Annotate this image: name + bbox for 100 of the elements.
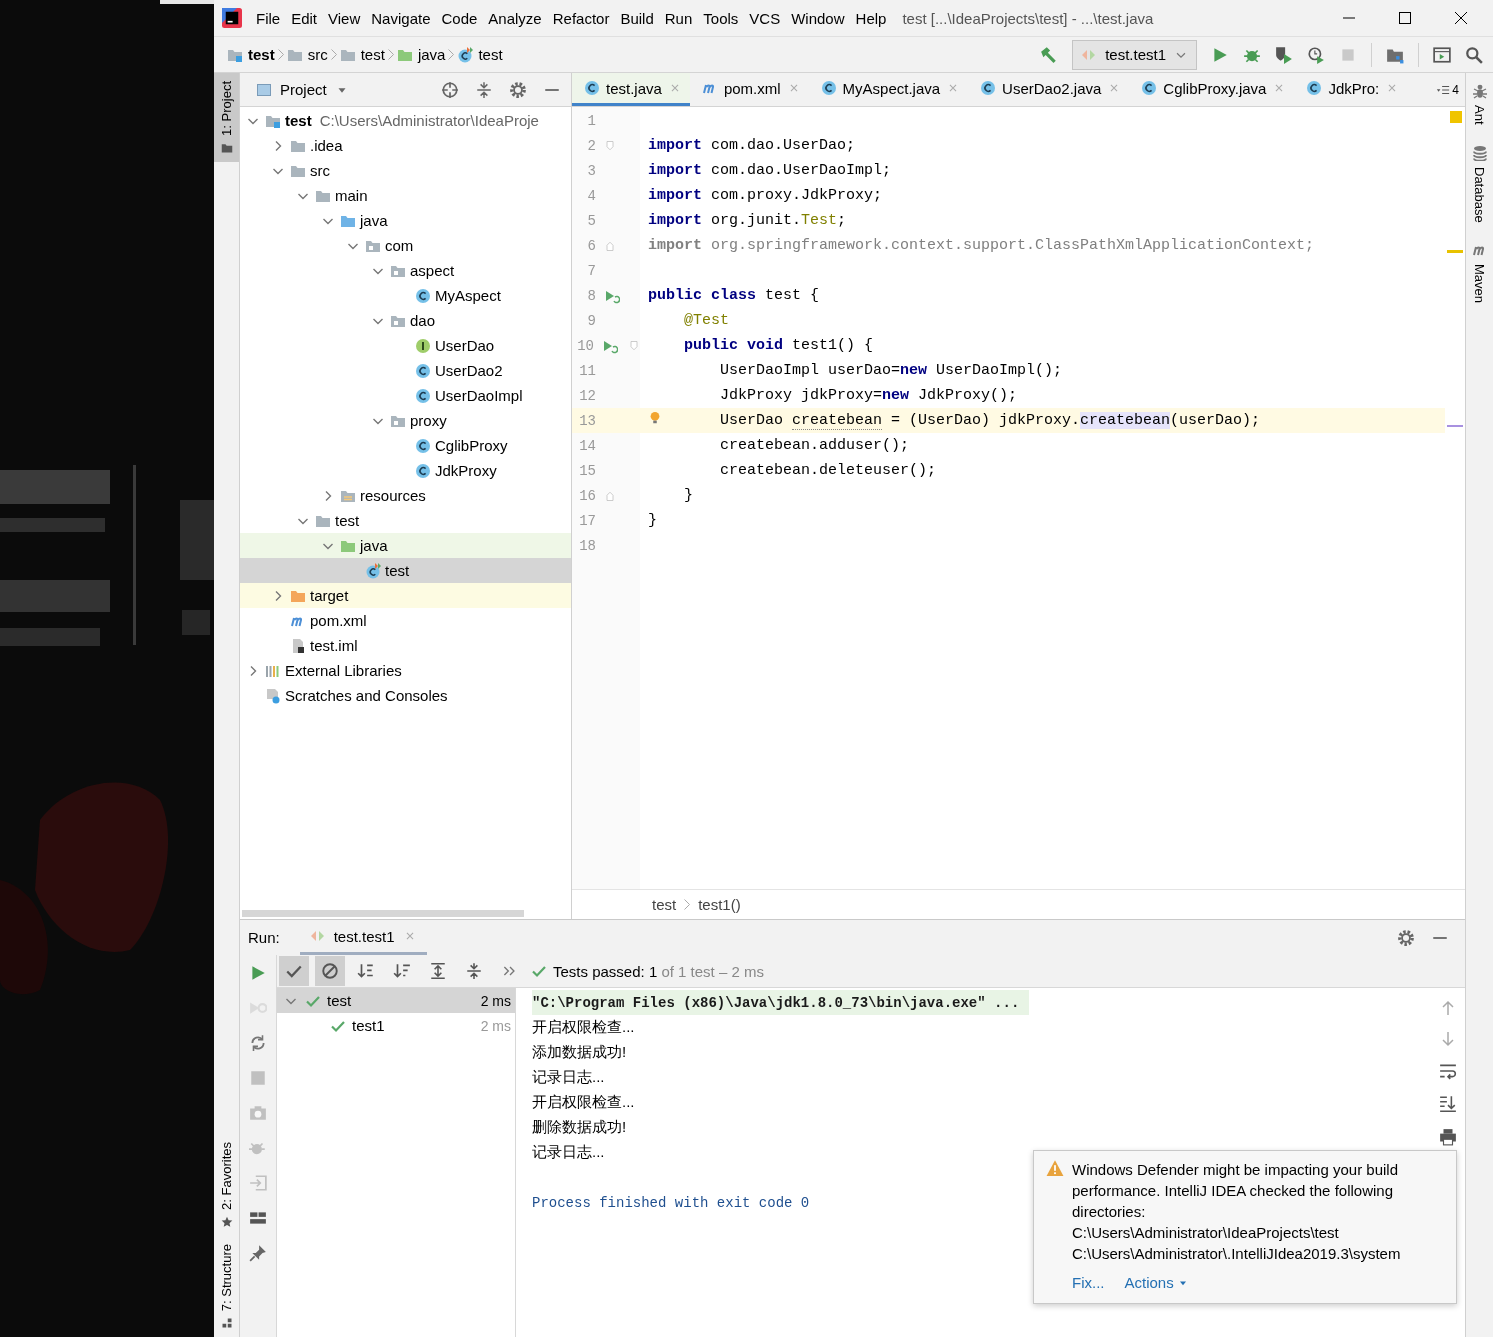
breadcrumb[interactable]: java <box>393 46 449 63</box>
tree-item[interactable]: dao <box>240 308 571 333</box>
collapse-icon[interactable] <box>475 80 493 99</box>
editor-tab[interactable]: CglibProxy.java <box>1129 73 1295 106</box>
coverage-icon[interactable] <box>1275 45 1293 64</box>
scrollbar[interactable] <box>242 909 524 917</box>
menu-item[interactable]: Run <box>660 7 697 29</box>
down-arrow-icon[interactable] <box>1439 1031 1456 1047</box>
breadcrumb[interactable]: test <box>224 46 278 63</box>
editor-tab[interactable]: JdkPro: <box>1294 73 1408 106</box>
menu-item[interactable]: View <box>324 7 365 29</box>
breadcrumb[interactable]: test <box>652 896 677 913</box>
tree-item[interactable]: java <box>240 533 571 558</box>
editor-tab[interactable]: MyAspect.java <box>808 73 969 106</box>
breadcrumb[interactable]: test <box>454 46 506 63</box>
hammer-icon[interactable] <box>1040 45 1059 64</box>
profiler-icon[interactable] <box>1307 45 1325 64</box>
soft-wrap-icon[interactable] <box>1438 1062 1457 1080</box>
tree-item[interactable]: test <box>240 508 571 533</box>
maximize-icon[interactable] <box>1397 10 1413 26</box>
tree-item[interactable]: test.iml <box>240 633 571 658</box>
scratches-icon <box>265 687 281 704</box>
tree-item[interactable]: .idea <box>240 133 571 158</box>
menu-item[interactable]: Navigate <box>367 7 435 29</box>
tool-window-button[interactable]: 2: Favorites <box>214 1133 239 1236</box>
menu-item[interactable]: Refactor <box>548 7 614 29</box>
menu-item[interactable]: Window <box>787 7 849 29</box>
print-icon[interactable] <box>1438 1128 1457 1146</box>
tool-window-button[interactable]: Maven <box>1472 264 1487 304</box>
breadcrumb[interactable]: src <box>283 46 331 63</box>
code-line: } <box>683 486 694 506</box>
tree-item[interactable]: UserDao <box>240 333 571 358</box>
settings-icon[interactable] <box>509 80 527 99</box>
window-icon[interactable] <box>1433 45 1451 64</box>
tree-item[interactable]: main <box>240 183 571 208</box>
tree-item[interactable]: UserDaoImpl <box>240 383 571 408</box>
tree-item[interactable]: src <box>240 158 571 183</box>
link[interactable]: Actions <box>1124 1272 1189 1293</box>
test-item[interactable]: test1 2 ms <box>277 1013 515 1038</box>
run-icon[interactable] <box>1211 45 1229 64</box>
tree-item[interactable]: test C:\Users\Administrator\IdeaProje <box>240 108 571 133</box>
app-logo-icon <box>222 8 242 28</box>
search-icon[interactable] <box>1465 45 1483 64</box>
collapse-all-icon <box>465 962 483 980</box>
console-line: 删除数据成功! <box>532 1117 627 1137</box>
tree-item[interactable]: CglibProxy <box>240 433 571 458</box>
run-configuration-dropdown[interactable]: test.test1 <box>1072 39 1197 70</box>
menu-item[interactable]: Tools <box>699 7 743 29</box>
editor-tab[interactable]: UserDao2.java <box>968 73 1130 106</box>
tool-window-button[interactable]: Ant <box>1472 105 1487 125</box>
tree-item[interactable]: pom.xml <box>240 608 571 633</box>
test-config-icon <box>309 928 326 944</box>
pin-icon[interactable] <box>249 1244 267 1262</box>
lightbulb-icon[interactable] <box>648 411 662 425</box>
menu-item[interactable]: Edit <box>287 7 322 29</box>
cycle-icon[interactable] <box>249 1034 267 1052</box>
toolbar-button[interactable] <box>315 956 345 986</box>
tree-item[interactable]: aspect <box>240 258 571 283</box>
console-line: 记录日志... <box>532 1067 605 1087</box>
tree-item[interactable]: External Libraries <box>240 658 571 683</box>
breadcrumb[interactable]: test1() <box>698 896 741 913</box>
test-item[interactable]: test 2 ms <box>277 988 515 1013</box>
tree-item[interactable]: com <box>240 233 571 258</box>
tree-item[interactable]: resources <box>240 483 571 508</box>
view-selector[interactable]: Project <box>252 81 353 98</box>
breadcrumb[interactable]: test <box>336 46 388 63</box>
close-icon[interactable] <box>1453 10 1469 26</box>
play-icon[interactable] <box>249 964 267 982</box>
tree-item[interactable]: UserDao2 <box>240 358 571 383</box>
tool-window-button[interactable]: Database <box>1472 166 1487 223</box>
menu-item[interactable]: Build <box>616 7 658 29</box>
tree-item[interactable]: java <box>240 208 571 233</box>
tree-item[interactable]: test <box>240 558 571 583</box>
editor-tab[interactable]: test.java <box>572 73 690 106</box>
tool-window-button[interactable]: 7: Structure <box>214 1235 239 1337</box>
toolbar-button[interactable] <box>279 956 309 986</box>
crosshair-icon[interactable] <box>441 80 459 99</box>
line-number: 5 <box>586 212 596 229</box>
menu-item[interactable]: Analyze <box>484 7 546 29</box>
menu-item[interactable]: Code <box>437 7 482 29</box>
module-file-icon <box>290 637 306 654</box>
tree-item[interactable]: target <box>240 583 571 608</box>
tree-item[interactable]: JdkProxy <box>240 458 571 483</box>
class-icon <box>820 80 837 96</box>
class-icon <box>415 437 431 454</box>
menu-item[interactable]: Help <box>851 7 891 29</box>
tree-item[interactable]: Scratches and Consoles <box>240 683 571 708</box>
tab-list-button[interactable]: 4 <box>1436 73 1465 106</box>
menu-item[interactable]: VCS <box>745 7 785 29</box>
folder-icon <box>220 141 233 154</box>
tool-window-button[interactable]: 1: Project <box>214 73 239 162</box>
tree-item[interactable]: MyAspect <box>240 283 571 308</box>
scroll-to-end-icon[interactable] <box>1438 1095 1457 1113</box>
settings-icon[interactable] <box>1397 928 1415 947</box>
line-number: 2 <box>586 137 596 154</box>
layout-icon[interactable] <box>249 1209 267 1227</box>
link[interactable]: Fix... <box>1072 1272 1105 1293</box>
editor-tab[interactable]: pom.xml <box>689 73 809 106</box>
tree-item[interactable]: proxy <box>240 408 571 433</box>
menu-item[interactable]: File <box>252 7 285 29</box>
